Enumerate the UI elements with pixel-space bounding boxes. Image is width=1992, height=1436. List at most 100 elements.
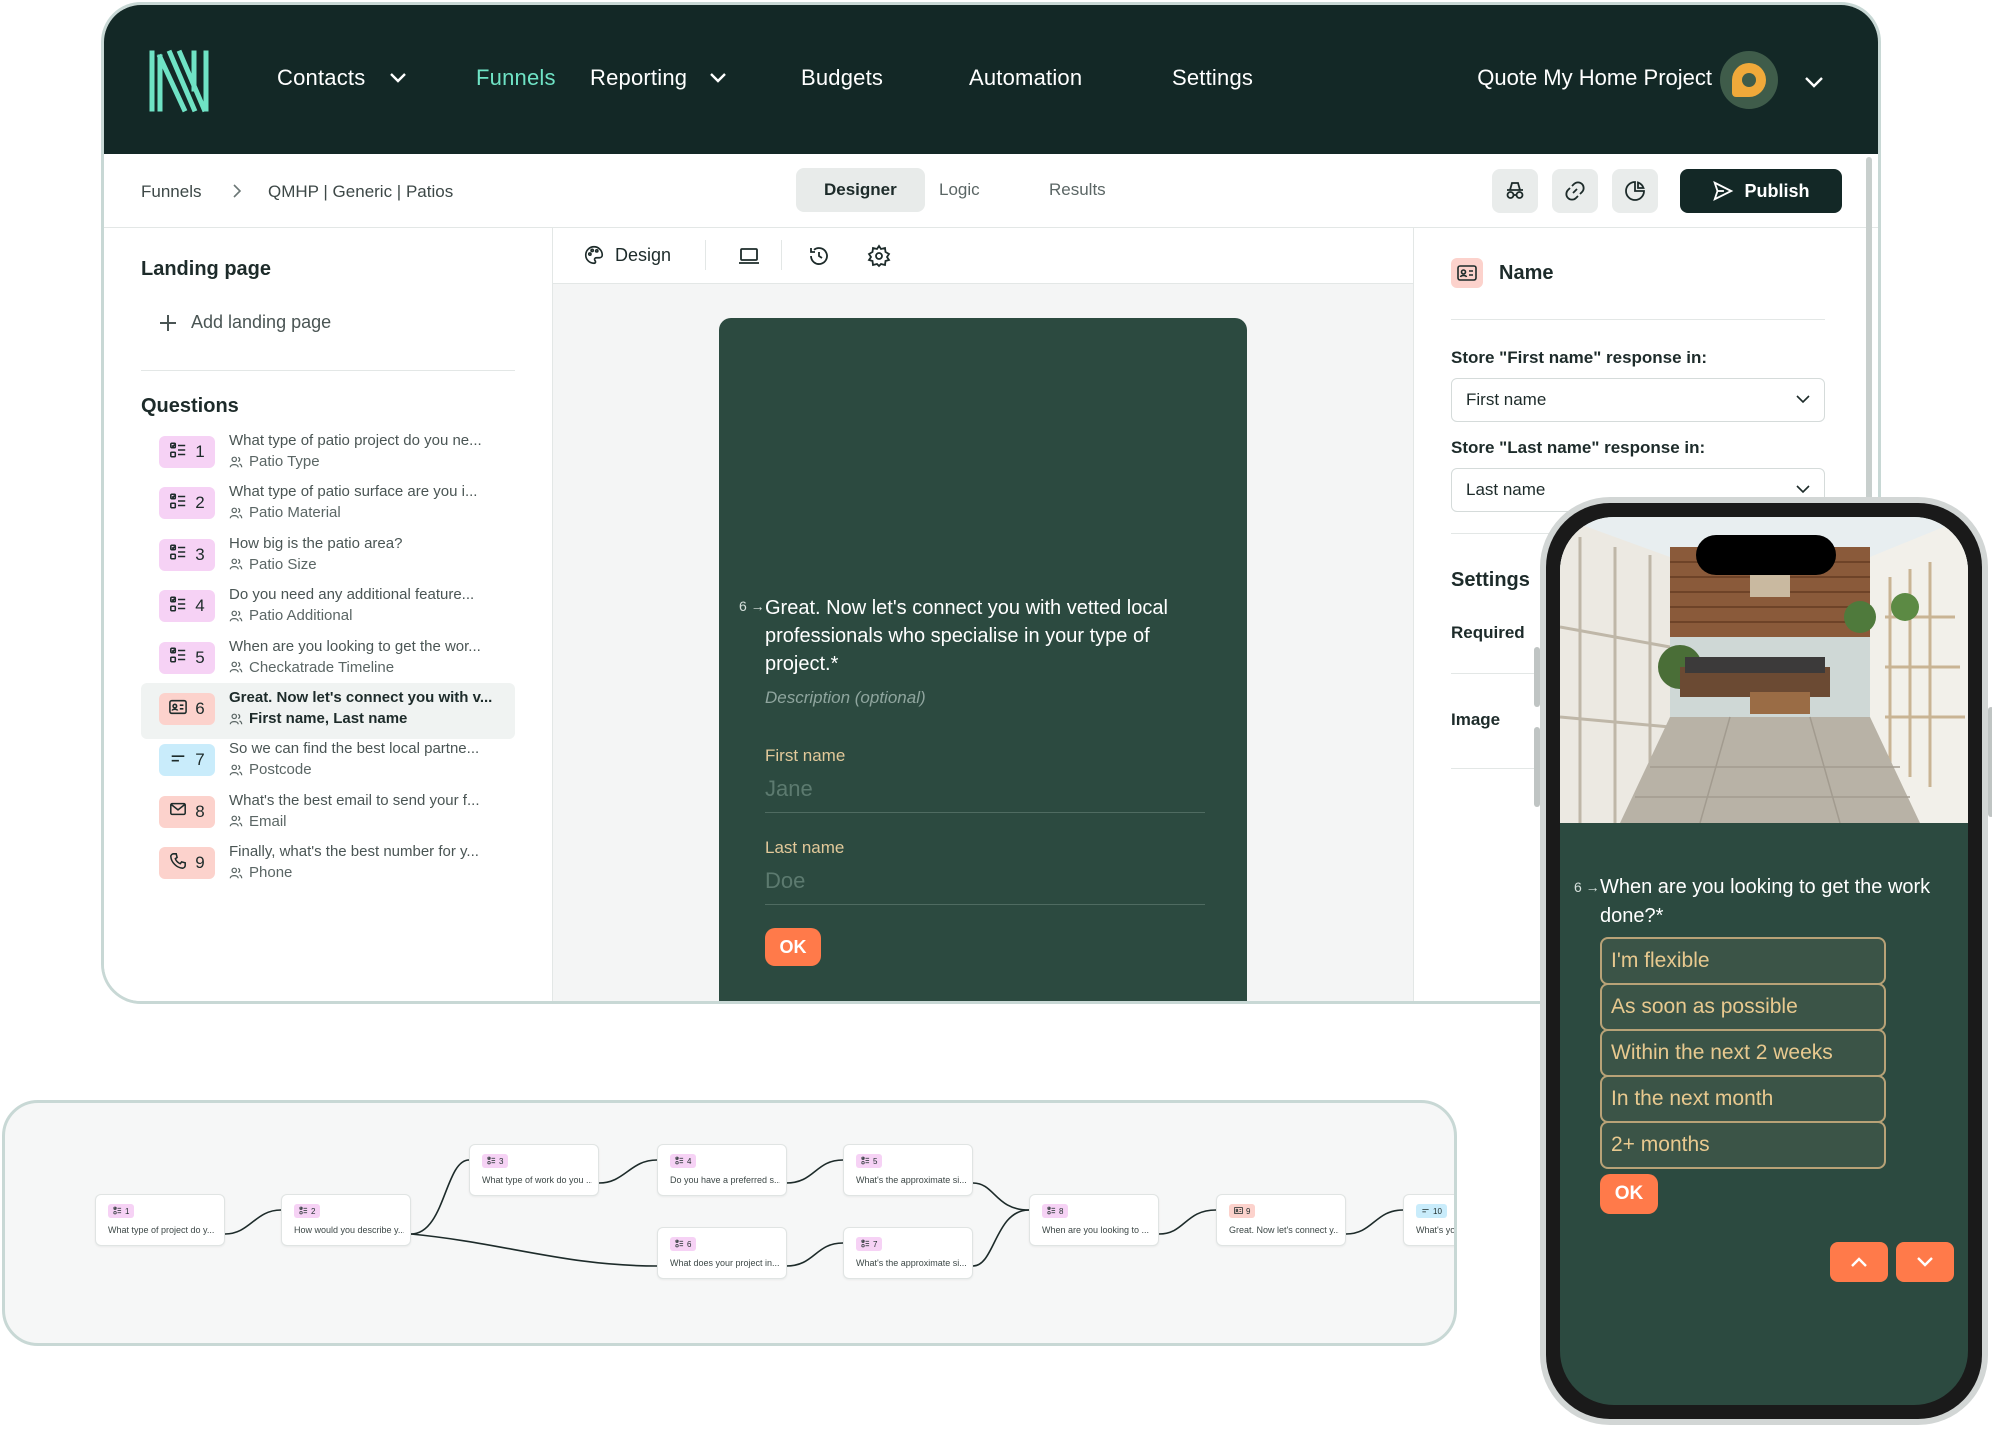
choice-option[interactable]: 2+ months xyxy=(1600,1121,1886,1169)
user-group-icon xyxy=(229,558,243,570)
nav-budgets[interactable]: Budgets xyxy=(801,65,883,91)
question-type-badge: 6 xyxy=(670,1237,697,1251)
brand-logo[interactable] xyxy=(148,49,212,113)
question-field-label: Patio Size xyxy=(249,555,317,573)
chevron-down-icon[interactable] xyxy=(709,72,727,84)
question-field-label: Checkatrade Timeline xyxy=(249,658,395,676)
flow-node-3[interactable]: 3 What type of work do you ... xyxy=(469,1144,599,1196)
nav-settings[interactable]: Settings xyxy=(1172,65,1253,91)
chevron-down-icon[interactable] xyxy=(389,72,407,84)
question-item-9[interactable]: 9 Finally, what's the best number for y.… xyxy=(141,837,515,893)
flow-node-1[interactable]: 1 What type of project do y... xyxy=(95,1194,225,1246)
question-type-badge: 5 xyxy=(159,641,215,674)
question-item-2[interactable]: 2 What type of patio surface are you i..… xyxy=(141,477,515,533)
question-type-badge: 9 xyxy=(1229,1204,1256,1218)
logic-flow-diagram: 1 What type of project do y... 2 How wou… xyxy=(2,1100,1457,1346)
question-number: 4 xyxy=(195,596,205,616)
question-number: 9 xyxy=(195,853,205,873)
design-button[interactable]: Design xyxy=(583,244,671,266)
phone-icon xyxy=(169,852,187,875)
chevron-down-icon xyxy=(1796,485,1810,494)
nav-contacts[interactable]: Contacts xyxy=(277,65,365,91)
question-type-badge: 4 xyxy=(670,1154,697,1168)
flow-node-number: 10 xyxy=(1433,1206,1442,1216)
question-field: Checkatrade Timeline xyxy=(229,659,394,676)
flow-node-10[interactable]: 10 What's you xyxy=(1403,1194,1454,1246)
user-group-icon xyxy=(229,661,243,673)
question-item-7[interactable]: 7 So we can find the best local partne..… xyxy=(141,734,515,790)
question-field-label: Patio Type xyxy=(249,453,320,470)
choice-option[interactable]: As soon as possible xyxy=(1600,983,1886,1031)
first-name-label: First name xyxy=(765,746,846,765)
analytics-button[interactable] xyxy=(1612,169,1658,213)
tab-logic[interactable]: Logic xyxy=(911,168,1008,212)
tab-designer[interactable]: Designer xyxy=(796,168,925,212)
next-question-button[interactable] xyxy=(1896,1242,1954,1282)
flow-node-5[interactable]: 5 What's the approximate si... xyxy=(843,1144,973,1196)
flow-node-9[interactable]: 9 Great. Now let's connect y... xyxy=(1216,1194,1346,1246)
previous-question-button[interactable] xyxy=(1830,1242,1888,1282)
choice-option[interactable]: In the next month xyxy=(1600,1075,1886,1123)
breadcrumb-root[interactable]: Funnels xyxy=(141,182,201,202)
question-type-badge: 3 xyxy=(159,538,215,571)
question-text[interactable]: Great. Now let's connect you with vetted… xyxy=(765,594,1205,678)
add-landing-page-label: Add landing page xyxy=(191,312,332,332)
flow-node-text: What type of work do you ... xyxy=(482,1175,592,1185)
nav-automation[interactable]: Automation xyxy=(969,65,1082,91)
description-placeholder[interactable]: Description (optional) xyxy=(765,688,926,708)
question-text: When are you looking to get the work don… xyxy=(1600,876,1931,927)
question-field-label: Patio Material xyxy=(249,504,341,522)
flow-node-text: When are you looking to ... xyxy=(1042,1225,1150,1235)
flow-node-7[interactable]: 7 What's the approximate si... xyxy=(843,1227,973,1279)
tab-results[interactable]: Results xyxy=(1021,168,1134,212)
first-name-input[interactable]: Jane xyxy=(765,776,813,802)
flow-node-4[interactable]: 4 Do you have a preferred s... xyxy=(657,1144,787,1196)
multiple-choice-icon xyxy=(113,1206,122,1217)
ok-button[interactable]: OK xyxy=(1600,1174,1658,1214)
preview-incognito-button[interactable] xyxy=(1492,169,1538,213)
publish-button[interactable]: Publish xyxy=(1680,169,1842,213)
question-item-5[interactable]: 5 When are you looking to get the wor...… xyxy=(141,632,515,688)
design-label: Design xyxy=(615,244,672,265)
nav-reporting[interactable]: Reporting xyxy=(590,65,687,91)
flow-node-text: What's the approximate si... xyxy=(856,1175,966,1185)
ok-button[interactable]: OK xyxy=(765,928,821,966)
desktop-preview-icon[interactable] xyxy=(737,244,761,268)
flow-node-number: 1 xyxy=(125,1206,130,1216)
nav-funnels[interactable]: Funnels xyxy=(476,65,556,91)
last-name-input[interactable]: Doe xyxy=(765,868,805,894)
question-item-8[interactable]: 8 What's the best email to send your f..… xyxy=(141,786,515,842)
incognito-icon xyxy=(1506,182,1524,199)
question-type-badge: 8 xyxy=(1042,1204,1069,1218)
question-item-1[interactable]: 1 What type of patio project do you ne..… xyxy=(141,426,515,482)
question-field: Patio Size xyxy=(229,556,317,573)
flow-node-number: 3 xyxy=(499,1156,504,1166)
publish-label: Publish xyxy=(1744,180,1810,201)
question-item-4[interactable]: 4 Do you need any additional feature... … xyxy=(141,580,515,636)
copy-link-button[interactable] xyxy=(1552,169,1598,213)
chevron-down-icon xyxy=(1796,395,1810,404)
question-type-badge: 7 xyxy=(159,744,215,777)
first-name-store-select[interactable]: First name xyxy=(1451,378,1825,422)
add-landing-page-button[interactable]: Add landing page xyxy=(159,312,331,333)
chevron-down-icon[interactable] xyxy=(1804,76,1824,88)
account-name[interactable]: Quote My Home Project xyxy=(1477,65,1712,91)
flow-node-2[interactable]: 2 How would you describe y... xyxy=(281,1194,411,1246)
user-group-icon xyxy=(229,815,243,827)
breadcrumb-current: QMHP | Generic | Patios xyxy=(268,182,454,201)
flow-node-8[interactable]: 8 When are you looking to ... xyxy=(1029,1194,1159,1246)
question-number: 6 → xyxy=(739,598,765,614)
choice-option[interactable]: I'm flexible xyxy=(1600,937,1886,985)
question-number: 5 xyxy=(195,647,205,667)
gear-icon[interactable] xyxy=(867,244,891,268)
history-icon[interactable] xyxy=(807,244,831,268)
flow-node-number: 9 xyxy=(1246,1206,1251,1216)
question-item-3[interactable]: 3 How big is the patio area? Patio Size xyxy=(141,529,515,585)
flow-node-6[interactable]: 6 What does your project in... xyxy=(657,1227,787,1279)
analytics-icon xyxy=(1625,181,1645,201)
choice-option[interactable]: Within the next 2 weeks xyxy=(1600,1029,1886,1077)
avatar[interactable] xyxy=(1720,51,1778,109)
chevron-up-icon xyxy=(1851,1257,1867,1267)
question-item-6[interactable]: 6 Great. Now let's connect you with v...… xyxy=(141,683,515,739)
phone-screen: 6 → When are you looking to get the work… xyxy=(1560,517,1968,1405)
